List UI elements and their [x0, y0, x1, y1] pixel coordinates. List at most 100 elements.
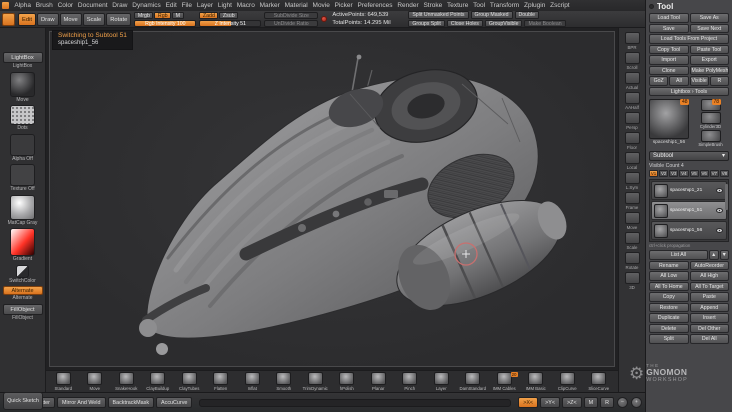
chevron-down-icon[interactable]: ▾: [722, 152, 725, 160]
subtool-button[interactable]: Del All: [689, 334, 729, 344]
brush-slot[interactable]: IMM Basic: [521, 372, 552, 392]
brush-thumbnail[interactable]: [55, 372, 71, 385]
subtool-button[interactable]: Rename: [649, 260, 689, 270]
mode-button[interactable]: Move: [59, 12, 82, 26]
right-shelf-icon[interactable]: [624, 52, 640, 64]
right-shelf-icon[interactable]: [624, 272, 640, 284]
subtool-section-header[interactable]: Subtool ▾: [649, 151, 729, 161]
tool-button[interactable]: Lightbox › Tools: [649, 86, 729, 96]
brush-slot[interactable]: SnakeHook: [111, 372, 142, 392]
tray-thumbnail[interactable]: [10, 228, 35, 256]
active-tool-thumbnail[interactable]: 48: [649, 99, 689, 139]
bottom-bar-button[interactable]: AccuCurve: [156, 397, 193, 408]
subtool-button[interactable]: Insert: [689, 313, 729, 323]
eye-icon[interactable]: [716, 208, 723, 213]
visibility-tab[interactable]: V4: [679, 169, 689, 177]
quick-menu-icon[interactable]: [2, 12, 15, 26]
symmetry-button[interactable]: >Y<: [540, 397, 560, 408]
tray-button[interactable]: FillObject: [2, 303, 43, 315]
subtool-button[interactable]: ▲: [709, 250, 719, 260]
subtool-button[interactable]: All High: [689, 271, 729, 281]
menu-item[interactable]: Draw: [110, 2, 130, 9]
tray-thumbnail[interactable]: [16, 264, 29, 278]
brush-thumbnail[interactable]: [528, 372, 544, 385]
tray-item[interactable]: FillObject FillObject: [2, 303, 43, 321]
tool-button[interactable]: Visible: [689, 76, 709, 86]
visibility-tab[interactable]: V1: [649, 169, 659, 177]
tool-button[interactable]: Copy Tool: [649, 44, 689, 54]
right-shelf-button[interactable]: Floor: [624, 132, 640, 150]
brush-slot[interactable]: Standard: [48, 372, 79, 392]
tray-button[interactable]: LightBox: [2, 52, 43, 63]
visibility-tab[interactable]: V5: [689, 169, 699, 177]
record-icon[interactable]: [321, 16, 328, 22]
geometry-button[interactable]: Groups Split: [408, 19, 445, 27]
tool-button[interactable]: Load Tools From Project: [649, 34, 729, 44]
tool-button[interactable]: GoZ: [649, 76, 669, 86]
right-shelf-button[interactable]: AAHalf: [624, 92, 640, 110]
rgb-intensity-slider[interactable]: Rgb Intensity 100: [134, 19, 197, 27]
geometry-button[interactable]: Close Holes: [446, 19, 483, 27]
eye-icon[interactable]: [716, 188, 723, 193]
menu-item[interactable]: Marker: [257, 2, 282, 9]
tool-button[interactable]: Save: [649, 23, 689, 33]
subtool-button[interactable]: Duplicate: [649, 313, 689, 323]
brush-thumbnail[interactable]: [559, 372, 575, 385]
brush-thumbnail[interactable]: [402, 372, 418, 385]
right-shelf-icon[interactable]: [624, 72, 640, 84]
right-shelf-button[interactable]: Scale: [624, 232, 640, 250]
z-intensity-slider[interactable]: Z Intensity 51: [199, 19, 262, 27]
tray-thumbnail[interactable]: [10, 71, 35, 97]
tray-thumbnail[interactable]: [10, 105, 35, 125]
right-shelf-button[interactable]: Local: [624, 152, 640, 170]
symmetry-button[interactable]: R: [600, 397, 614, 408]
subtool-button[interactable]: Paste: [689, 292, 729, 302]
brush-thumbnail[interactable]: [591, 372, 607, 385]
brush-slot[interactable]: TrimDynamic: [300, 372, 331, 392]
brush-slot[interactable]: ClipCurve: [552, 372, 583, 392]
right-shelf-icon[interactable]: [624, 92, 640, 104]
tool-palette-header[interactable]: Tool: [649, 2, 729, 11]
eye-icon[interactable]: [716, 228, 723, 233]
bottom-bar-button[interactable]: BacktrackMask: [107, 397, 155, 408]
bottom-bar-button[interactable]: Mirror And Weld: [56, 397, 106, 408]
tool-button[interactable]: Import: [649, 55, 689, 65]
subtool-thumbnail[interactable]: [654, 223, 668, 238]
geometry-button[interactable]: Group Masked: [470, 11, 513, 19]
subtool-thumbnail[interactable]: [654, 203, 668, 218]
brush-slot[interactable]: Move: [80, 372, 111, 392]
tool-slot[interactable]: 78: [692, 99, 729, 111]
paint-mode-button[interactable]: Mrgb: [134, 11, 154, 19]
subtool-thumbnail[interactable]: [654, 183, 668, 198]
subtool-button[interactable]: Restore: [649, 302, 689, 312]
subtool-button[interactable]: Copy: [649, 292, 689, 302]
menu-item[interactable]: Render: [395, 2, 421, 9]
tray-thumbnail[interactable]: [9, 194, 35, 220]
brush-thumbnail[interactable]: [433, 372, 449, 385]
tool-slot[interactable]: Cylinder3D: [692, 112, 729, 129]
menu-item[interactable]: Transform: [487, 2, 521, 9]
right-shelf-button[interactable]: Move: [624, 212, 640, 230]
subtool-button[interactable]: List All: [649, 250, 708, 260]
subtool-button[interactable]: All To Target: [689, 281, 729, 291]
brush-thumbnail[interactable]: [213, 372, 229, 385]
brush-thumbnail[interactable]: [244, 372, 260, 385]
menu-item[interactable]: Stroke: [421, 2, 445, 9]
right-shelf-icon[interactable]: [624, 32, 640, 44]
right-shelf-icon[interactable]: [624, 252, 640, 264]
menu-item[interactable]: Edit: [163, 2, 179, 9]
subtool-item[interactable]: spaceship1_51: [651, 201, 727, 220]
brush-slot[interactable]: Pinch: [395, 372, 426, 392]
sculpt-mode-button[interactable]: Zsub: [219, 11, 239, 19]
menu-item[interactable]: Preferences: [355, 2, 395, 9]
menu-item[interactable]: Light: [215, 2, 234, 9]
menu-item[interactable]: Picker: [332, 2, 355, 9]
mode-button[interactable]: Scale: [82, 12, 106, 26]
tray-thumbnail[interactable]: [10, 133, 35, 156]
menu-item[interactable]: Zscript: [548, 2, 572, 9]
right-shelf-button[interactable]: Frame: [624, 192, 640, 210]
symmetry-button[interactable]: M: [583, 397, 599, 408]
menu-item[interactable]: Material: [282, 2, 310, 9]
brush-slot[interactable]: IMM Cables 20: [489, 372, 520, 392]
menu-item[interactable]: File: [179, 2, 194, 9]
